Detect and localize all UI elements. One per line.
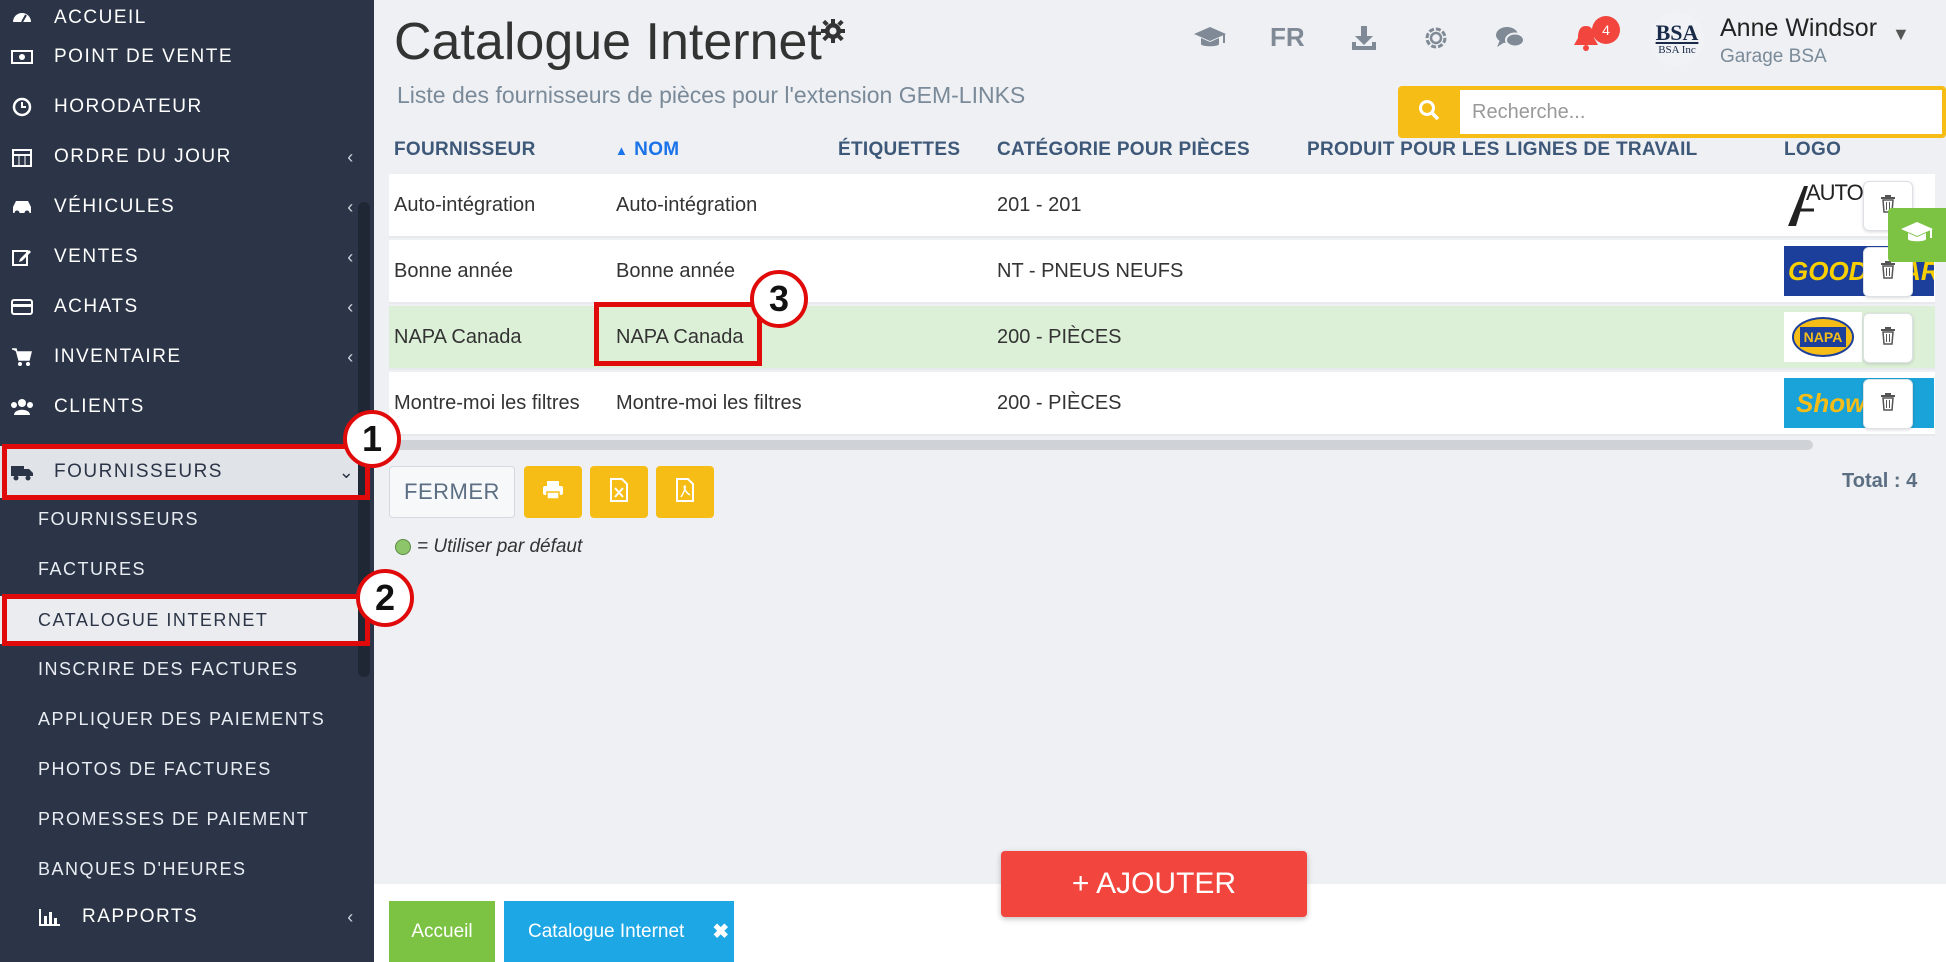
supplier-logo: NAPA <box>1784 312 1862 362</box>
excel-file-icon <box>609 477 629 507</box>
avatar[interactable]: BSA BSA Inc <box>1650 12 1704 66</box>
trash-icon <box>1880 260 1896 284</box>
sidebar-item-ventes[interactable]: VENTES ‹ <box>0 232 374 282</box>
sidebar-sub-banques-heures[interactable]: BANQUES D'HEURES <box>0 844 370 894</box>
cash-icon <box>10 45 34 69</box>
table-row[interactable]: Bonne année Bonne année NT - PNEUS NEUFS… <box>389 240 1935 304</box>
notification-badge: 4 <box>1592 16 1620 44</box>
sidebar-item-ordre-du-jour[interactable]: ORDRE DU JOUR ‹ <box>0 132 374 182</box>
total-count: Total : 4 <box>1842 470 1918 492</box>
default-legend: = Utiliser par défaut <box>395 536 582 558</box>
bar-chart-icon <box>38 905 62 929</box>
column-header-nom[interactable]: ▲ NOM <box>615 126 679 174</box>
sidebar-item-rapports[interactable]: RAPPORTS ‹ <box>0 892 374 942</box>
cell-nom: Auto-intégration <box>616 193 758 216</box>
tab-catalogue-internet[interactable]: Catalogue Internet ✖ <box>504 901 734 962</box>
cell-categorie: 201 - 201 <box>997 193 1082 216</box>
chevron-left-icon: ‹ <box>347 146 355 167</box>
edit-icon <box>10 245 34 269</box>
sidebar-sub-fournisseurs[interactable]: FOURNISSEURS <box>0 494 370 544</box>
cell-nom: Bonne année <box>616 259 736 282</box>
download-icon[interactable] <box>1346 20 1382 56</box>
sidebar-sub-photos-factures[interactable]: PHOTOS DE FACTURES <box>0 744 370 794</box>
delete-button[interactable] <box>1863 379 1913 429</box>
settings-icon[interactable] <box>1418 20 1454 56</box>
cell-categorie: 200 - PIÈCES <box>997 325 1122 348</box>
sidebar-item-clients[interactable]: CLIENTS <box>0 382 374 432</box>
cell-categorie: NT - PNEUS NEUFS <box>997 259 1184 282</box>
cart-icon <box>10 345 34 369</box>
column-header-logo[interactable]: LOGO <box>1784 126 1841 174</box>
trash-icon <box>1880 326 1896 350</box>
cell-fournisseur: NAPA Canada <box>394 325 522 348</box>
search-icon <box>1418 99 1440 126</box>
table-row[interactable]: Montre-moi les filtres Montre-moi les fi… <box>389 372 1935 436</box>
clock-icon <box>10 95 34 119</box>
sidebar-item-inventaire[interactable]: INVENTAIRE ‹ <box>0 332 374 382</box>
sidebar-sub-promesses-paiement[interactable]: PROMESSES DE PAIEMENT <box>0 794 370 844</box>
close-button[interactable]: FERMER <box>389 466 515 518</box>
print-icon <box>542 480 564 505</box>
close-tab-icon[interactable]: ✖ <box>712 919 729 944</box>
print-button[interactable] <box>524 466 582 518</box>
user-org: Garage BSA <box>1720 46 1827 67</box>
sidebar-item-achats[interactable]: ACHATS ‹ <box>0 282 374 332</box>
default-dot-icon <box>395 539 411 555</box>
calendar-icon <box>10 145 34 169</box>
cell-fournisseur: Auto-intégration <box>394 193 536 216</box>
cell-categorie: 200 - PIÈCES <box>997 391 1122 414</box>
table-horizontal-scrollbar[interactable] <box>389 440 1813 450</box>
highlight-box-catalogue <box>2 594 370 646</box>
page-title: Catalogue Internet <box>394 13 822 71</box>
credit-card-icon <box>10 295 34 319</box>
step-marker-2: 2 <box>356 569 414 627</box>
sidebar-item-horodateur[interactable]: HORODATEUR <box>0 82 374 132</box>
highlight-box-fournisseurs <box>2 444 370 500</box>
add-button[interactable]: + AJOUTER <box>1001 851 1307 917</box>
highlight-box-napa <box>594 302 762 366</box>
pdf-file-icon <box>675 477 695 507</box>
table-row[interactable]: Auto-intégration Auto-intégration 201 - … <box>389 174 1935 238</box>
sidebar-sub-factures[interactable]: FACTURES <box>0 544 370 594</box>
graduation-cap-icon[interactable] <box>1192 20 1228 56</box>
cell-nom: Montre-moi les filtres <box>616 391 802 414</box>
chevron-left-icon: ‹ <box>347 906 355 927</box>
step-marker-3: 3 <box>750 270 808 328</box>
user-name[interactable]: Anne Windsor <box>1720 14 1877 43</box>
sidebar-sub-appliquer-paiements[interactable]: APPLIQUER DES PAIEMENTS <box>0 694 370 744</box>
car-icon <box>10 195 34 219</box>
cell-fournisseur: Bonne année <box>394 259 514 282</box>
column-header-produit[interactable]: PRODUIT POUR LES LIGNES DE TRAVAIL <box>1307 126 1698 174</box>
trash-icon <box>1880 392 1896 416</box>
tab-accueil[interactable]: Accueil <box>389 901 495 962</box>
sidebar-item-vehicules[interactable]: VÉHICULES ‹ <box>0 182 374 232</box>
column-header-fournisseur[interactable]: FOURNISSEUR <box>394 126 536 174</box>
sidebar-sub-inscrire-factures[interactable]: INSCRIRE DES FACTURES <box>0 644 370 694</box>
caret-down-icon[interactable]: ▼ <box>1892 24 1910 45</box>
export-pdf-button[interactable] <box>656 466 714 518</box>
language-selector[interactable]: FR <box>1270 22 1305 53</box>
page-subtitle: Liste des fournisseurs de pièces pour l'… <box>397 82 1026 108</box>
step-marker-1: 1 <box>343 410 401 468</box>
help-tutorial-button[interactable] <box>1888 208 1946 262</box>
dashboard-icon <box>10 6 34 30</box>
graduation-cap-icon <box>1900 220 1934 251</box>
column-header-categorie[interactable]: CATÉGORIE POUR PIÈCES <box>997 126 1250 174</box>
column-header-etiquettes[interactable]: ÉTIQUETTES <box>838 126 960 174</box>
sidebar-item-point-de-vente[interactable]: POINT DE VENTE <box>0 32 374 82</box>
delete-button[interactable] <box>1863 313 1913 363</box>
gear-icon[interactable] <box>820 18 846 44</box>
cell-fournisseur: Montre-moi les filtres <box>394 391 580 414</box>
chat-icon[interactable] <box>1492 20 1528 56</box>
sort-asc-icon: ▲ <box>615 142 629 158</box>
export-excel-button[interactable] <box>590 466 648 518</box>
users-icon <box>10 395 34 419</box>
